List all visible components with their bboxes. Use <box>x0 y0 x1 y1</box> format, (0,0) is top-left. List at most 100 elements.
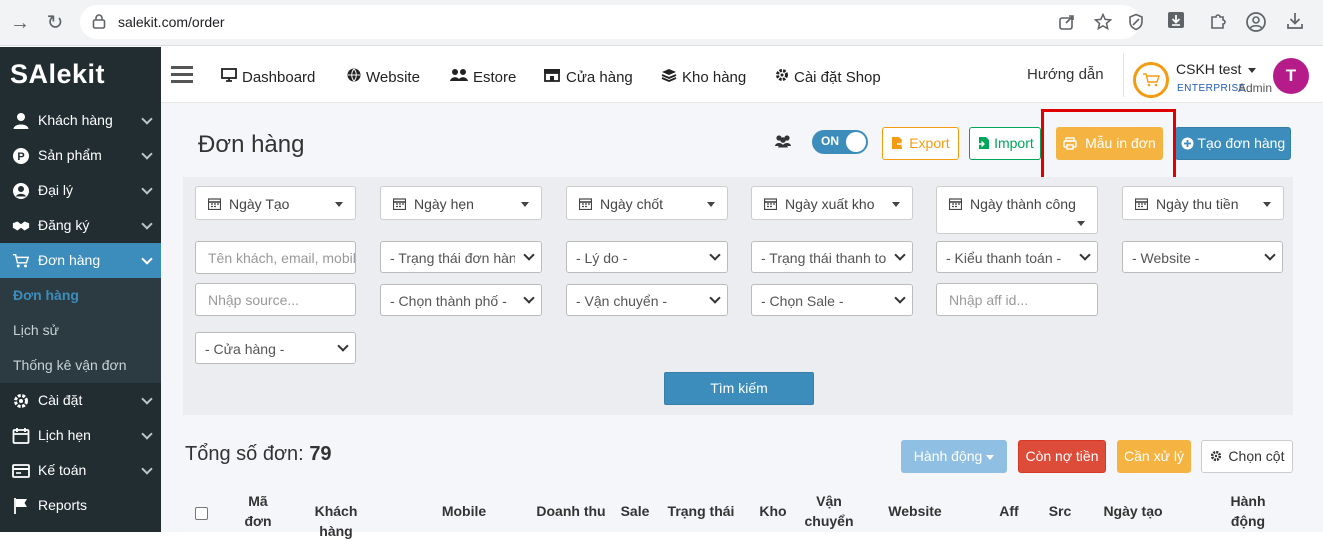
sidebar-item-accounting[interactable]: Kế toán <box>0 453 161 488</box>
nav-label: Website <box>366 69 420 86</box>
date-filter-success[interactable]: Ngày thành công <box>936 186 1098 234</box>
toggle-knob <box>846 132 866 152</box>
column-header-sale[interactable]: Sale <box>617 501 653 521</box>
sidebar-item-label: Lịch hẹn <box>38 427 91 443</box>
choose-columns-button[interactable]: Chọn cột <box>1201 440 1293 473</box>
select-value: - Trạng thái đơn hàng - <box>390 250 534 266</box>
column-header-customer[interactable]: Khách hàng <box>296 501 376 541</box>
sidebar-item-products[interactable]: P Sản phẩm <box>0 138 161 173</box>
column-header-shipping[interactable]: Vận chuyển <box>801 491 857 531</box>
shield-icon[interactable] <box>1127 13 1145 31</box>
status-toggle[interactable]: ON <box>812 130 868 154</box>
column-header-website[interactable]: Website <box>885 501 945 521</box>
select-all-checkbox[interactable] <box>195 507 208 520</box>
outstanding-debt-button[interactable]: Còn nợ tiền <box>1018 440 1106 473</box>
profile-icon[interactable] <box>1245 11 1267 33</box>
users-icon <box>450 69 468 81</box>
column-header-aff[interactable]: Aff <box>993 501 1025 521</box>
order-status-select[interactable]: - Trạng thái đơn hàng - <box>380 241 542 273</box>
source-input[interactable]: Nhập source... <box>195 283 356 316</box>
hamburger-menu-icon[interactable] <box>171 66 193 87</box>
column-header-actions[interactable]: Hành động <box>1225 491 1271 531</box>
nav-dashboard[interactable]: Dashboard <box>221 68 315 86</box>
select-value: - Chọn thành phố - <box>390 293 507 309</box>
column-header-src[interactable]: Src <box>1045 501 1075 521</box>
create-order-button[interactable]: Tạo đơn hàng <box>1175 127 1291 160</box>
star-icon[interactable] <box>1094 13 1112 31</box>
needs-handling-button[interactable]: Cần xử lý <box>1117 440 1191 473</box>
import-button[interactable]: Import <box>969 127 1041 160</box>
reload-icon[interactable]: ↻ <box>43 11 67 35</box>
payment-status-select[interactable]: - Trạng thái thanh toán - <box>751 241 913 273</box>
nav-estore[interactable]: Estore <box>450 68 516 86</box>
date-filter-warehouse-out[interactable]: Ngày xuất kho <box>751 186 913 220</box>
sidebar-item-agents[interactable]: Đại lý <box>0 173 161 208</box>
sidebar-item-reports[interactable]: Reports <box>0 488 161 523</box>
forward-icon[interactable]: → <box>8 11 32 35</box>
aff-id-input[interactable]: Nhập aff id... <box>936 283 1098 316</box>
divider <box>1123 53 1124 97</box>
sidebar-item-orders[interactable]: Đơn hàng <box>0 243 161 278</box>
city-select[interactable]: - Chọn thành phố - <box>380 284 542 316</box>
column-header-created-date[interactable]: Ngày tạo <box>1097 501 1169 521</box>
share-icon[interactable] <box>1058 13 1076 31</box>
payment-type-select[interactable]: - Kiểu thanh toán - <box>936 241 1098 273</box>
sale-select[interactable]: - Chọn Sale - <box>751 284 913 316</box>
nav-warehouse[interactable]: Kho hàng <box>661 68 746 86</box>
shipping-select[interactable]: - Vận chuyển - <box>566 284 728 316</box>
column-header-order-id[interactable]: Mã đơn <box>241 491 275 531</box>
sidebar-item-customers[interactable]: Khách hàng <box>0 103 161 138</box>
users-icon[interactable] <box>774 134 792 148</box>
sidebar-item-label: Cài đặt <box>38 392 83 408</box>
website-select[interactable]: - Website - <box>1122 241 1283 273</box>
guide-link[interactable]: Hướng dẫn <box>1027 66 1104 83</box>
sidebar-item-registrations[interactable]: Đăng ký <box>0 208 161 243</box>
nav-shop-settings[interactable]: Cài đặt Shop <box>775 68 881 86</box>
sidebar-item-settings[interactable]: Cài đặt <box>0 383 161 418</box>
sidebar-item-label: Đăng ký <box>38 217 90 233</box>
store-icon <box>544 69 560 82</box>
total-label: Tổng số đơn: <box>185 443 304 465</box>
user-menu[interactable]: CSKH test <box>1176 61 1257 77</box>
avatar[interactable]: T <box>1273 58 1309 94</box>
bulk-action-button[interactable]: Hành động <box>901 440 1007 473</box>
main-content: Đơn hàng ON Export Import Mẫu in đơn Tạo… <box>161 103 1323 539</box>
download-ext-icon[interactable] <box>1167 11 1185 29</box>
nav-store[interactable]: Cửa hàng <box>543 68 633 86</box>
date-filter-closed[interactable]: Ngày chốt <box>566 186 728 220</box>
puzzle-icon[interactable] <box>1209 11 1229 31</box>
customer-search-input[interactable]: Tên khách, email, mobile <box>195 241 356 274</box>
store-avatar[interactable] <box>1133 62 1169 98</box>
sidebar-item-appointments[interactable]: Lịch hẹn <box>0 418 161 453</box>
column-header-warehouse[interactable]: Kho <box>757 501 789 521</box>
gear-icon <box>776 69 788 81</box>
column-header-revenue[interactable]: Doanh thu <box>533 501 609 521</box>
button-label: Export <box>909 135 950 151</box>
cart-icon <box>12 253 30 268</box>
sidebar-subitem-history[interactable]: Lịch sử <box>0 313 161 348</box>
sidebar-subitem-label: Đơn hàng <box>13 287 79 303</box>
address-bar[interactable]: salekit.com/order <box>80 5 1143 39</box>
date-filter-created[interactable]: Ngày Tạo <box>195 186 356 220</box>
reason-select[interactable]: - Lý do - <box>566 241 728 273</box>
store-select[interactable]: - Cửa hàng - <box>195 332 356 364</box>
downloads-icon[interactable] <box>1285 11 1305 31</box>
chevron-down-icon <box>141 463 153 475</box>
date-filter-payment[interactable]: Ngày thu tiền <box>1122 186 1284 220</box>
export-button[interactable]: Export <box>882 127 959 160</box>
date-filter-appointment[interactable]: Ngày hẹn <box>380 186 542 220</box>
search-button[interactable]: Tìm kiếm <box>664 372 814 405</box>
column-header-mobile[interactable]: Mobile <box>436 501 492 521</box>
sidebar-subitem-orders[interactable]: Đơn hàng <box>0 278 161 313</box>
total-value: 79 <box>309 443 332 465</box>
nav-website[interactable]: Website <box>347 68 420 86</box>
calendar-icon <box>1135 198 1148 210</box>
globe-icon <box>347 68 361 82</box>
orders-table-header: Mã đơn Khách hàng Mobile Doanh thu Sale … <box>183 485 1293 539</box>
sidebar-subitem-shipping-stats[interactable]: Thống kê vận đơn <box>0 348 161 383</box>
app-logo[interactable]: SAlekit <box>10 59 105 90</box>
lock-icon <box>92 14 106 29</box>
url-text: salekit.com/order <box>118 14 225 30</box>
gear-icon <box>14 394 28 408</box>
column-header-status[interactable]: Trạng thái <box>665 501 737 521</box>
